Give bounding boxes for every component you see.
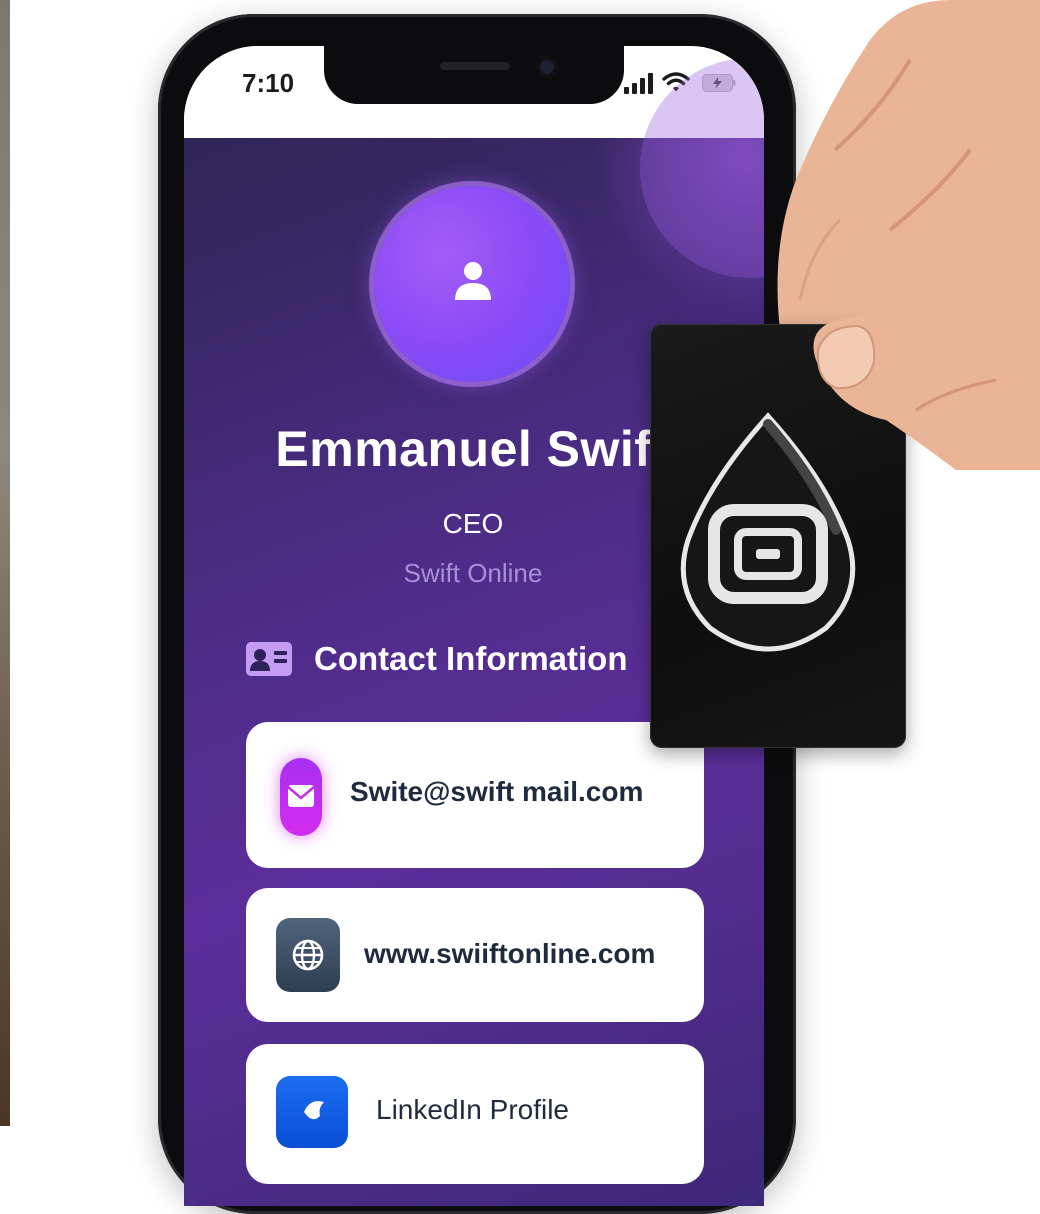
email-label[interactable]: Swite@swift mail.com <box>350 776 643 808</box>
globe-icon <box>292 939 324 971</box>
speaker-grille <box>440 62 510 70</box>
linkedin-icon-badge <box>276 1076 348 1148</box>
linkedin-contact-row[interactable]: LinkedIn Profile <box>246 1044 704 1184</box>
status-time: 7:10 <box>242 68 295 98</box>
email-icon <box>287 785 315 807</box>
section-title: Contact Information <box>314 640 628 677</box>
email-icon-badge <box>280 758 322 836</box>
thumb <box>813 296 1040 470</box>
contact-section-header: Contact Information <box>246 638 666 682</box>
background-edge <box>0 0 10 1126</box>
signal-icon <box>624 73 653 94</box>
contact-card-icon <box>246 642 292 676</box>
person-icon <box>455 262 491 300</box>
website-contact-row[interactable]: www.swiiftonline.com <box>246 888 704 1022</box>
email-contact-row[interactable]: Swite@swift mail.com <box>246 722 704 868</box>
website-label[interactable]: www.swiiftonline.com <box>364 938 655 970</box>
notch <box>324 46 624 104</box>
linkedin-icon <box>304 1101 324 1120</box>
web-icon-badge <box>276 918 340 992</box>
front-camera <box>536 56 558 78</box>
linkedin-label[interactable]: LinkedIn Profile <box>376 1094 569 1126</box>
avatar[interactable] <box>374 186 570 382</box>
